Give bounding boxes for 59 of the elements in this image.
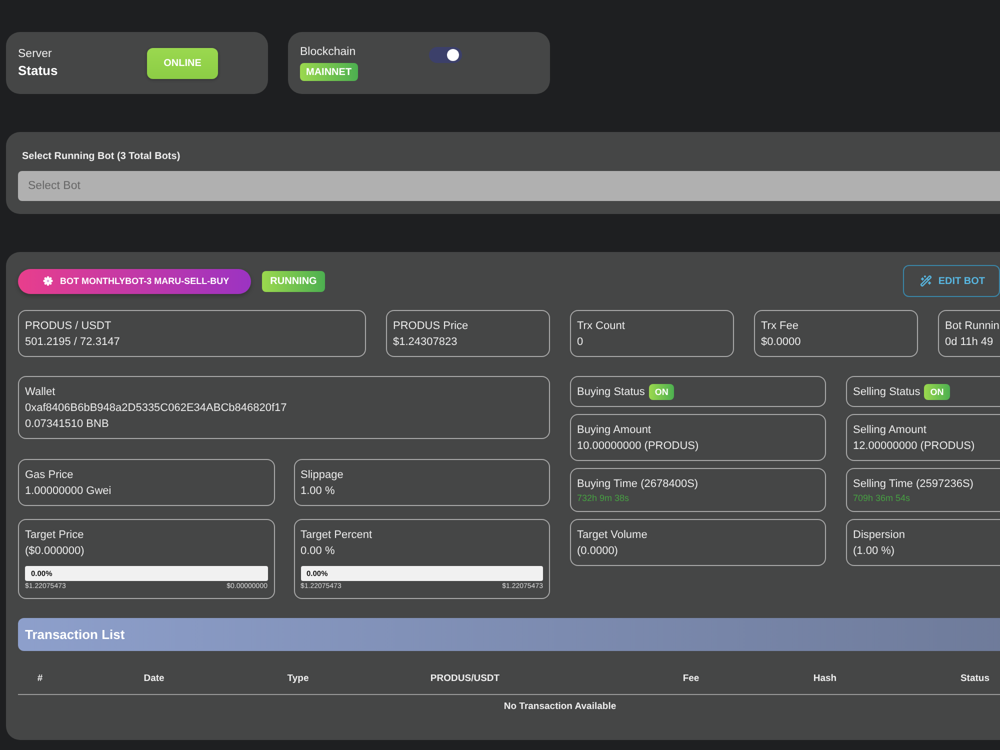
card-label: Wallet xyxy=(25,385,56,400)
bot-status-badge: RUNNING xyxy=(262,270,325,292)
card-label: Slippage xyxy=(300,468,344,483)
column-header: Type xyxy=(287,673,309,684)
card-label: Blockchain xyxy=(300,45,356,60)
card-label: PRODUS Price xyxy=(393,319,468,334)
card-value: (0.0000) xyxy=(577,544,618,559)
card-label: Selling Time (2597236S) xyxy=(853,477,974,492)
card-label: Buying Amount xyxy=(577,423,651,438)
card-value: 1.00 % xyxy=(300,484,335,499)
card-label: Dispersion xyxy=(853,528,905,543)
network-badge: MAINNET xyxy=(300,63,358,81)
bot-name-button[interactable]: BOT MONTHLYBOT-3 MARU-SELL-BUY xyxy=(18,268,252,294)
wallet-balance: 0.07341510 BNB xyxy=(25,417,109,432)
column-header: Fee xyxy=(682,673,700,684)
card-value: 10.00000000 (PRODUS) xyxy=(577,439,699,454)
card-label: Buying Status xyxy=(577,384,645,400)
bot-select-field[interactable]: Select Bot xyxy=(18,171,1000,201)
wallet-address: 0xaf8406B6bB948a2D5335C062E34ABCb846820f17 xyxy=(25,401,287,416)
edit-bot-button[interactable]: EDIT BOT xyxy=(903,265,1000,297)
card-label: Target Percent xyxy=(300,528,372,543)
card-value: $1.24307823 xyxy=(393,335,458,350)
card-value: 0d 11h 49 xyxy=(945,335,994,350)
column-header: PRODUS/USDT xyxy=(430,673,500,684)
card-value: 1.00000000 Gwei xyxy=(25,484,112,499)
timer-value: 732h 9m 38s xyxy=(577,492,630,505)
card-value: $0.0000 xyxy=(761,335,801,350)
card-value: 0 xyxy=(577,335,584,350)
column-header: Status xyxy=(960,673,990,684)
card-label: Selling Amount xyxy=(853,423,926,438)
card-value: 0.00 % xyxy=(300,544,335,559)
card-label: Server xyxy=(18,46,52,62)
card-label: Target Price xyxy=(25,528,84,543)
column-header: Hash xyxy=(813,673,837,684)
server-status-badge: ONLINE xyxy=(147,48,218,78)
card-value: 501.2195 / 72.3147 xyxy=(25,335,120,350)
card-label: Gas Price xyxy=(25,468,74,483)
network-toggle[interactable] xyxy=(429,47,462,63)
status-badge: ON xyxy=(924,384,950,400)
card-label: Trx Count xyxy=(577,319,625,334)
field-label: Select Running Bot (3 Total Bots) xyxy=(22,151,180,163)
timer-value: 709h 36m 54s xyxy=(853,492,910,505)
card-label: Bot Runnin xyxy=(945,319,1000,334)
column-header: Date xyxy=(144,673,164,684)
column-header: # xyxy=(37,673,43,684)
card-label: Buying Time (2678400S) xyxy=(577,477,698,492)
gear-icon xyxy=(43,276,53,286)
card-label: Selling Status xyxy=(853,384,920,400)
card-label: PRODUS / USDT xyxy=(25,319,112,334)
status-badge: ON xyxy=(648,384,674,400)
empty-message: No Transaction Available xyxy=(504,701,616,712)
card-value: 12.00000000 (PRODUS) xyxy=(853,439,975,454)
section-title-bar: Transaction List xyxy=(18,618,1000,651)
card-value: ($0.000000) xyxy=(25,544,84,559)
card-label: Trx Fee xyxy=(761,319,798,334)
card-title: Status xyxy=(18,62,58,80)
card-value: (1.00 %) xyxy=(853,544,895,559)
card-label: Target Volume xyxy=(577,528,648,543)
magic-wand-icon xyxy=(920,275,932,287)
